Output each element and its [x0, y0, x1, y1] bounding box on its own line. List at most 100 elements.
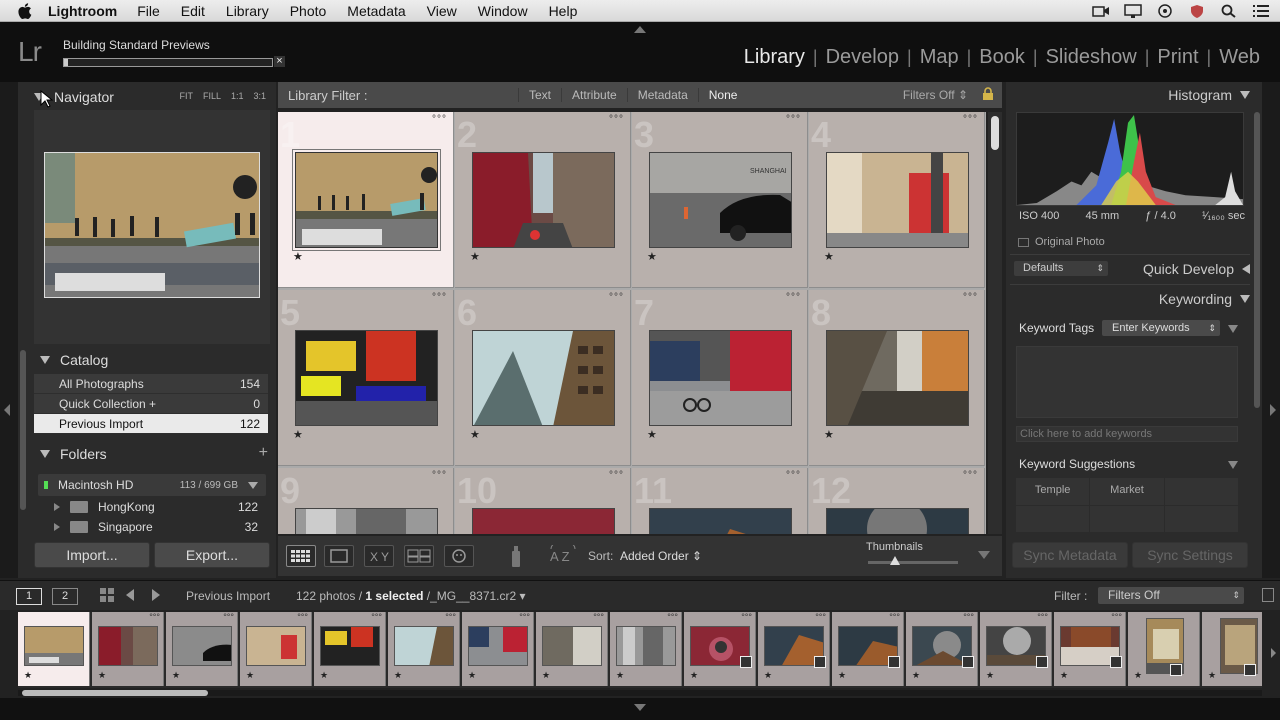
- secondary-window-button[interactable]: 2: [52, 588, 78, 605]
- filmstrip-scrollbar[interactable]: [18, 690, 1262, 696]
- grid-cell[interactable]: 3 °°° SHANGHAI ★: [632, 112, 808, 288]
- filmstrip-cell[interactable]: ★ °°°: [980, 612, 1052, 686]
- filmstrip-thumbnail[interactable]: [246, 626, 306, 666]
- star-rating[interactable]: ★: [616, 670, 624, 681]
- grid-cell[interactable]: 8 °°° ★: [809, 290, 985, 466]
- star-rating[interactable]: ★: [394, 670, 402, 681]
- filmstrip-cell[interactable]: ★ °°°: [684, 612, 756, 686]
- collapse-bottom-icon[interactable]: [634, 704, 646, 711]
- cell-options-icon[interactable]: °°°: [609, 292, 624, 303]
- filmstrip-cell[interactable]: ★ °°°: [92, 612, 164, 686]
- navigator-header[interactable]: Navigator FIT FILL 1:1 3:1: [34, 86, 272, 108]
- grid-cell[interactable]: 9 °°°: [278, 468, 454, 534]
- volume-macintosh-hd[interactable]: Macintosh HD 113 / 699 GB: [38, 474, 266, 496]
- camera-icon[interactable]: [1092, 4, 1110, 18]
- add-folder-icon[interactable]: +: [259, 444, 268, 462]
- module-book[interactable]: Book: [971, 46, 1033, 69]
- original-photo-checkbox[interactable]: [1018, 237, 1029, 247]
- cell-options-icon[interactable]: °°°: [786, 470, 801, 481]
- left-panel-scrollbar[interactable]: [20, 350, 26, 510]
- keyword-entry-select[interactable]: Enter Keywords ⇕: [1102, 320, 1220, 336]
- display-icon[interactable]: [1124, 4, 1142, 18]
- filter-switch-icon[interactable]: [1262, 588, 1274, 602]
- menu-help[interactable]: Help: [549, 3, 578, 19]
- filmstrip-cell[interactable]: ★ °°°: [906, 612, 978, 686]
- filmstrip-thumbnail[interactable]: [542, 626, 602, 666]
- keyword-suggestion[interactable]: Market: [1090, 478, 1164, 505]
- expand-quick-develop-icon[interactable]: [1242, 264, 1250, 274]
- filmstrip-thumbnail[interactable]: [468, 626, 528, 666]
- grid-cell[interactable]: 4 °°° ★: [809, 112, 985, 288]
- grid-shortcut-icon[interactable]: [100, 588, 114, 602]
- toolbar-menu-icon[interactable]: [978, 551, 990, 559]
- menu-photo[interactable]: Photo: [290, 3, 327, 19]
- filter-none[interactable]: None: [697, 88, 748, 102]
- filmstrip-cell[interactable]: ★: [1202, 612, 1262, 686]
- catalog-item-all-photographs[interactable]: All Photographs 154: [34, 374, 268, 394]
- zoom-fill[interactable]: FILL: [203, 91, 221, 101]
- export-button[interactable]: Export...: [154, 542, 270, 568]
- right-panel-scrollbar[interactable]: [1254, 112, 1260, 408]
- collapse-keyword-tags-icon[interactable]: [1228, 325, 1238, 333]
- module-develop[interactable]: Develop: [818, 46, 907, 69]
- photo-thumbnail[interactable]: [472, 330, 615, 426]
- star-rating[interactable]: ★: [98, 670, 106, 681]
- filter-attribute[interactable]: Attribute: [561, 88, 627, 102]
- cell-options-icon[interactable]: °°°: [815, 612, 826, 622]
- cell-options-icon[interactable]: °°°: [445, 612, 456, 622]
- thumbnail-size-knob[interactable]: [890, 556, 900, 565]
- quick-develop-header[interactable]: Quick Develop: [1143, 261, 1250, 277]
- cell-options-icon[interactable]: °°°: [963, 470, 978, 481]
- zoom-1-1[interactable]: 1:1: [231, 91, 244, 101]
- star-rating[interactable]: ★: [246, 670, 254, 681]
- cell-options-icon[interactable]: °°°: [519, 612, 530, 622]
- collapse-keywording-icon[interactable]: [1240, 295, 1250, 303]
- cell-options-icon[interactable]: °°°: [297, 612, 308, 622]
- filmstrip-cell[interactable]: ★ °°°: [832, 612, 904, 686]
- star-rating[interactable]: ★: [470, 250, 480, 263]
- filmstrip-cell[interactable]: ★ °°°: [314, 612, 386, 686]
- grid-scroll-thumb[interactable]: [991, 116, 999, 150]
- sync-metadata-button[interactable]: Sync Metadata: [1012, 542, 1128, 568]
- apple-icon[interactable]: [18, 2, 34, 19]
- list-icon[interactable]: [1252, 4, 1270, 18]
- people-view-icon[interactable]: [444, 545, 474, 567]
- collapse-suggestions-icon[interactable]: [1228, 461, 1238, 469]
- filmstrip-cell[interactable]: ★ °°°: [1054, 612, 1126, 686]
- menu-metadata[interactable]: Metadata: [347, 3, 405, 19]
- star-rating[interactable]: ★: [293, 428, 303, 441]
- grid-cell[interactable]: 12 °°°: [809, 468, 985, 534]
- lock-icon[interactable]: [982, 87, 994, 101]
- histogram-header[interactable]: Histogram: [1168, 87, 1250, 103]
- module-web[interactable]: Web: [1211, 46, 1268, 69]
- cell-options-icon[interactable]: °°°: [786, 114, 801, 125]
- cell-options-icon[interactable]: °°°: [593, 612, 604, 622]
- photo-thumbnail[interactable]: [826, 330, 969, 426]
- star-rating[interactable]: ★: [824, 428, 834, 441]
- star-rating[interactable]: ★: [1208, 670, 1216, 681]
- filmstrip-cell[interactable]: ★ °°°: [166, 612, 238, 686]
- forward-arrow-icon[interactable]: [152, 589, 160, 601]
- filmstrip-thumbnail[interactable]: [98, 626, 158, 666]
- star-rating[interactable]: ★: [647, 428, 657, 441]
- star-rating[interactable]: ★: [468, 670, 476, 681]
- filmstrip-cell[interactable]: ★ °°°: [462, 612, 534, 686]
- filmstrip-source[interactable]: Previous Import: [186, 589, 270, 603]
- filmstrip-cell[interactable]: ★ °°°: [610, 612, 682, 686]
- collapse-left-icon[interactable]: [4, 404, 10, 416]
- filter-preset-select[interactable]: Filters Off ⇕: [903, 88, 968, 102]
- sort-direction-icon[interactable]: A Z: [548, 545, 582, 567]
- filmstrip-scroll-right-icon[interactable]: [1271, 648, 1276, 658]
- grid-cell[interactable]: 10 °°°: [455, 468, 631, 534]
- cell-options-icon[interactable]: °°°: [371, 612, 382, 622]
- volume-expand-icon[interactable]: [248, 482, 258, 489]
- saved-preset-select[interactable]: Defaults ⇕: [1014, 261, 1108, 276]
- grid-cell[interactable]: 6 °°° ★: [455, 290, 631, 466]
- star-rating[interactable]: ★: [293, 250, 303, 263]
- grid-scrollbar[interactable]: [988, 112, 1002, 534]
- catalog-item-quick-collection[interactable]: Quick Collection + 0: [34, 394, 268, 414]
- folder-item-singapore[interactable]: Singapore 32: [38, 517, 266, 537]
- original-photo-toggle[interactable]: Original Photo: [1018, 236, 1105, 248]
- star-rating[interactable]: ★: [470, 428, 480, 441]
- photo-thumbnail[interactable]: [649, 508, 792, 534]
